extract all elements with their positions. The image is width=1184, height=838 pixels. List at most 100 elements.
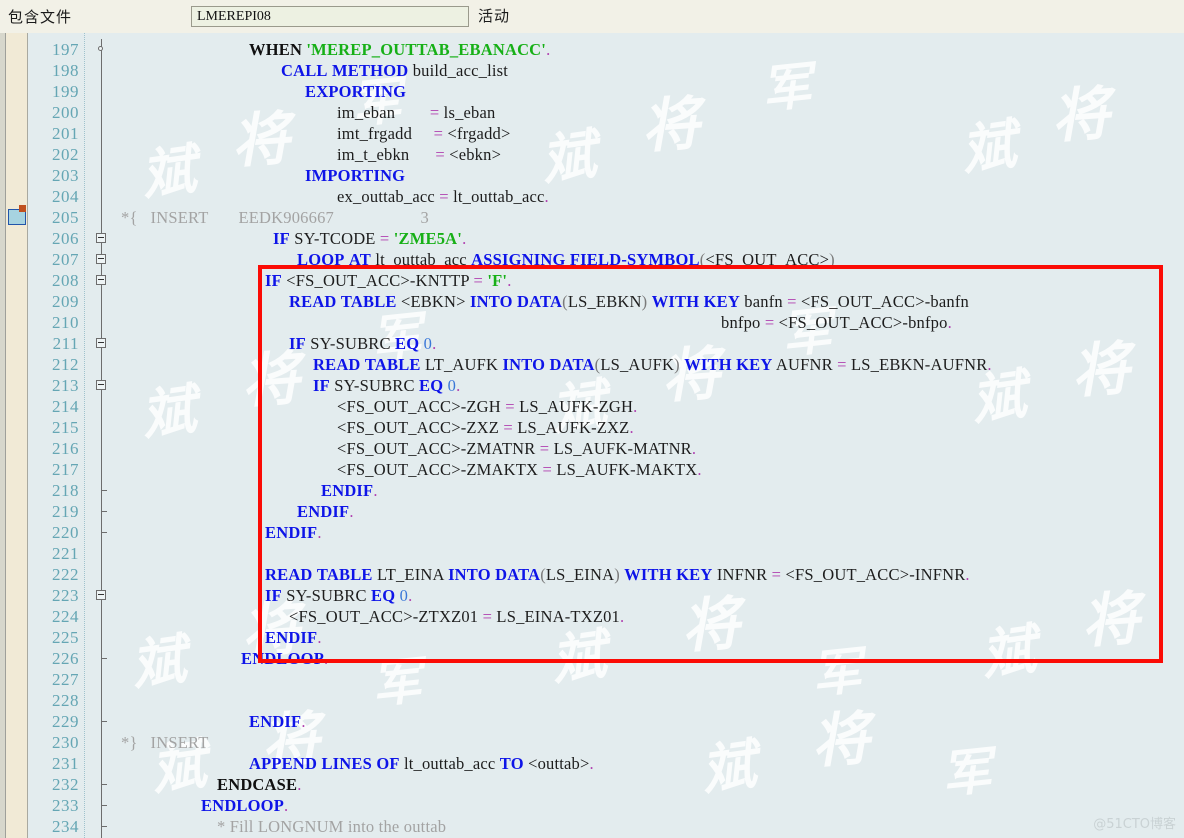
- code-line[interactable]: <FS_OUT_ACC>-ZXZ = LS_AUFK-ZXZ.: [337, 417, 634, 438]
- line-number: 200: [52, 103, 79, 122]
- code-line[interactable]: IMPORTING: [305, 165, 405, 186]
- code-line[interactable]: READ TABLE <EBKN> INTO DATA(LS_EBKN) WIT…: [289, 291, 969, 312]
- code-line[interactable]: <FS_OUT_ACC>-ZMATNR = LS_AUFK-MATNR.: [337, 438, 696, 459]
- watermark-tile: 将: [1079, 584, 1142, 656]
- watermark-tile: 斌: [537, 121, 600, 193]
- watermark-tile: 斌: [957, 111, 1020, 183]
- line-number: 223: [52, 586, 79, 605]
- line-number: 199: [52, 82, 79, 101]
- line-number-gutter: 197 198 199 200 201 202 203 204 205 206 207 208 209 2…: [28, 33, 84, 838]
- code-line[interactable]: LOOP AT lt_outtab_acc ASSIGNING FIELD-SY…: [297, 249, 835, 270]
- fold-toggle[interactable]: [96, 254, 106, 264]
- line-number: 217: [52, 460, 79, 479]
- code-line[interactable]: EXPORTING: [305, 81, 406, 102]
- code-line[interactable]: <FS_OUT_ACC>-ZGH = LS_AUFK-ZGH.: [337, 396, 637, 417]
- line-number: 206: [52, 229, 79, 248]
- watermark-tile: 将: [679, 589, 742, 661]
- code-text-area[interactable]: 斌 将 军 斌 将 军 斌 将 斌 将 军 斌 将 军 斌 将 斌 将 军 斌 …: [121, 33, 1184, 838]
- watermark-tile: 斌: [137, 376, 200, 448]
- bookmark-icon[interactable]: [8, 205, 26, 225]
- code-line[interactable]: IF <FS_OUT_ACC>-KNTTP = 'F'.: [265, 270, 512, 291]
- fold-toggle[interactable]: [96, 275, 106, 285]
- fold-tick: [101, 805, 107, 806]
- code-line[interactable]: READ TABLE LT_EINA INTO DATA(LS_EINA) WI…: [265, 564, 970, 585]
- line-number: 208: [52, 271, 79, 290]
- line-number: 216: [52, 439, 79, 458]
- code-line[interactable]: READ TABLE LT_AUFK INTO DATA(LS_AUFK) WI…: [313, 354, 992, 375]
- line-number: 218: [52, 481, 79, 500]
- fold-marker[interactable]: [98, 46, 103, 51]
- code-line[interactable]: imt_frgadd = <frgadd>: [337, 123, 510, 144]
- line-number: 214: [52, 397, 79, 416]
- line-number: 220: [52, 523, 79, 542]
- code-line[interactable]: IF SY-SUBRC EQ 0.: [265, 585, 412, 606]
- bookmark-gutter[interactable]: [6, 33, 28, 838]
- code-fold-gutter[interactable]: [86, 33, 121, 838]
- line-number: 231: [52, 754, 79, 773]
- line-number: 213: [52, 376, 79, 395]
- line-number: 224: [52, 607, 79, 626]
- line-number: 207: [52, 250, 79, 269]
- code-line[interactable]: ENDLOOP.: [241, 648, 328, 669]
- line-number: 234: [52, 817, 79, 836]
- code-line[interactable]: <FS_OUT_ACC>-ZTXZ01 = LS_EINA-TXZ01.: [289, 606, 624, 627]
- line-number: 221: [52, 544, 79, 563]
- line-number: 204: [52, 187, 79, 206]
- line-number: 211: [52, 334, 79, 353]
- code-line[interactable]: ENDLOOP.: [201, 795, 288, 816]
- fold-toggle[interactable]: [96, 338, 106, 348]
- fold-toggle[interactable]: [96, 590, 106, 600]
- code-line[interactable]: IF SY-TCODE = 'ZME5A'.: [273, 228, 466, 249]
- fold-toggle[interactable]: [96, 233, 106, 243]
- include-name-input[interactable]: [191, 6, 469, 27]
- code-line[interactable]: WHEN 'MEREP_OUTTAB_EBANACC'.: [249, 39, 550, 60]
- code-line[interactable]: im_eban = ls_eban: [337, 102, 495, 123]
- code-line[interactable]: *} INSERT: [121, 732, 209, 753]
- line-number: 228: [52, 691, 79, 710]
- line-number: 222: [52, 565, 79, 584]
- line-number: 215: [52, 418, 79, 437]
- watermark-tile: 军: [808, 640, 865, 705]
- status-badge: 活动: [478, 7, 511, 25]
- code-line[interactable]: CALL METHOD build_acc_list: [281, 60, 508, 81]
- fold-guide-line: [101, 39, 102, 838]
- fold-toggle[interactable]: [96, 380, 106, 390]
- code-line[interactable]: ENDIF.: [321, 480, 378, 501]
- code-line[interactable]: * Fill LONGNUM into the outtab: [217, 816, 446, 837]
- fold-tick: [101, 511, 107, 512]
- watermark-tile: 军: [368, 650, 425, 715]
- code-line[interactable]: ENDIF.: [265, 627, 322, 648]
- line-number: 227: [52, 670, 79, 689]
- code-line[interactable]: <FS_OUT_ACC>-ZMAKTX = LS_AUFK-MAKTX.: [337, 459, 702, 480]
- watermark-tile: 将: [1049, 79, 1112, 151]
- code-line[interactable]: im_t_ebkn = <ebkn>: [337, 144, 501, 165]
- line-number: 233: [52, 796, 79, 815]
- code-line[interactable]: ENDCASE.: [217, 774, 302, 795]
- code-line[interactable]: *{ INSERT EEDK906667 3: [121, 207, 429, 228]
- fold-tick: [101, 532, 107, 533]
- watermark-tile: 将: [229, 104, 292, 176]
- watermark-tile: 斌: [127, 626, 190, 698]
- line-number: 229: [52, 712, 79, 731]
- code-line[interactable]: IF SY-SUBRC EQ 0.: [289, 333, 436, 354]
- code-editor[interactable]: 197 198 199 200 201 202 203 204 205 206 207 208 209 2…: [0, 33, 1184, 838]
- code-line[interactable]: ENDIF.: [265, 522, 322, 543]
- code-line[interactable]: IF SY-SUBRC EQ 0.: [313, 375, 460, 396]
- line-number: 230: [52, 733, 79, 752]
- code-line[interactable]: ENDIF.: [297, 501, 354, 522]
- fold-tick: [101, 784, 107, 785]
- code-line[interactable]: ENDIF.: [249, 711, 306, 732]
- watermark-tile: 斌: [697, 731, 760, 803]
- watermark-tile: 将: [639, 89, 702, 161]
- line-number: 198: [52, 61, 79, 80]
- code-line[interactable]: APPEND LINES OF lt_outtab_acc TO <outtab…: [249, 753, 594, 774]
- fold-tick: [101, 721, 107, 722]
- code-line[interactable]: ex_outtab_acc = lt_outtab_acc.: [337, 186, 549, 207]
- code-line[interactable]: bnfpo = <FS_OUT_ACC>-bnfpo.: [721, 312, 952, 333]
- site-watermark: @51CTO博客: [1093, 817, 1176, 832]
- line-number: 225: [52, 628, 79, 647]
- line-number: 232: [52, 775, 79, 794]
- fold-tick: [101, 490, 107, 491]
- line-number: 219: [52, 502, 79, 521]
- fold-tick: [101, 826, 107, 827]
